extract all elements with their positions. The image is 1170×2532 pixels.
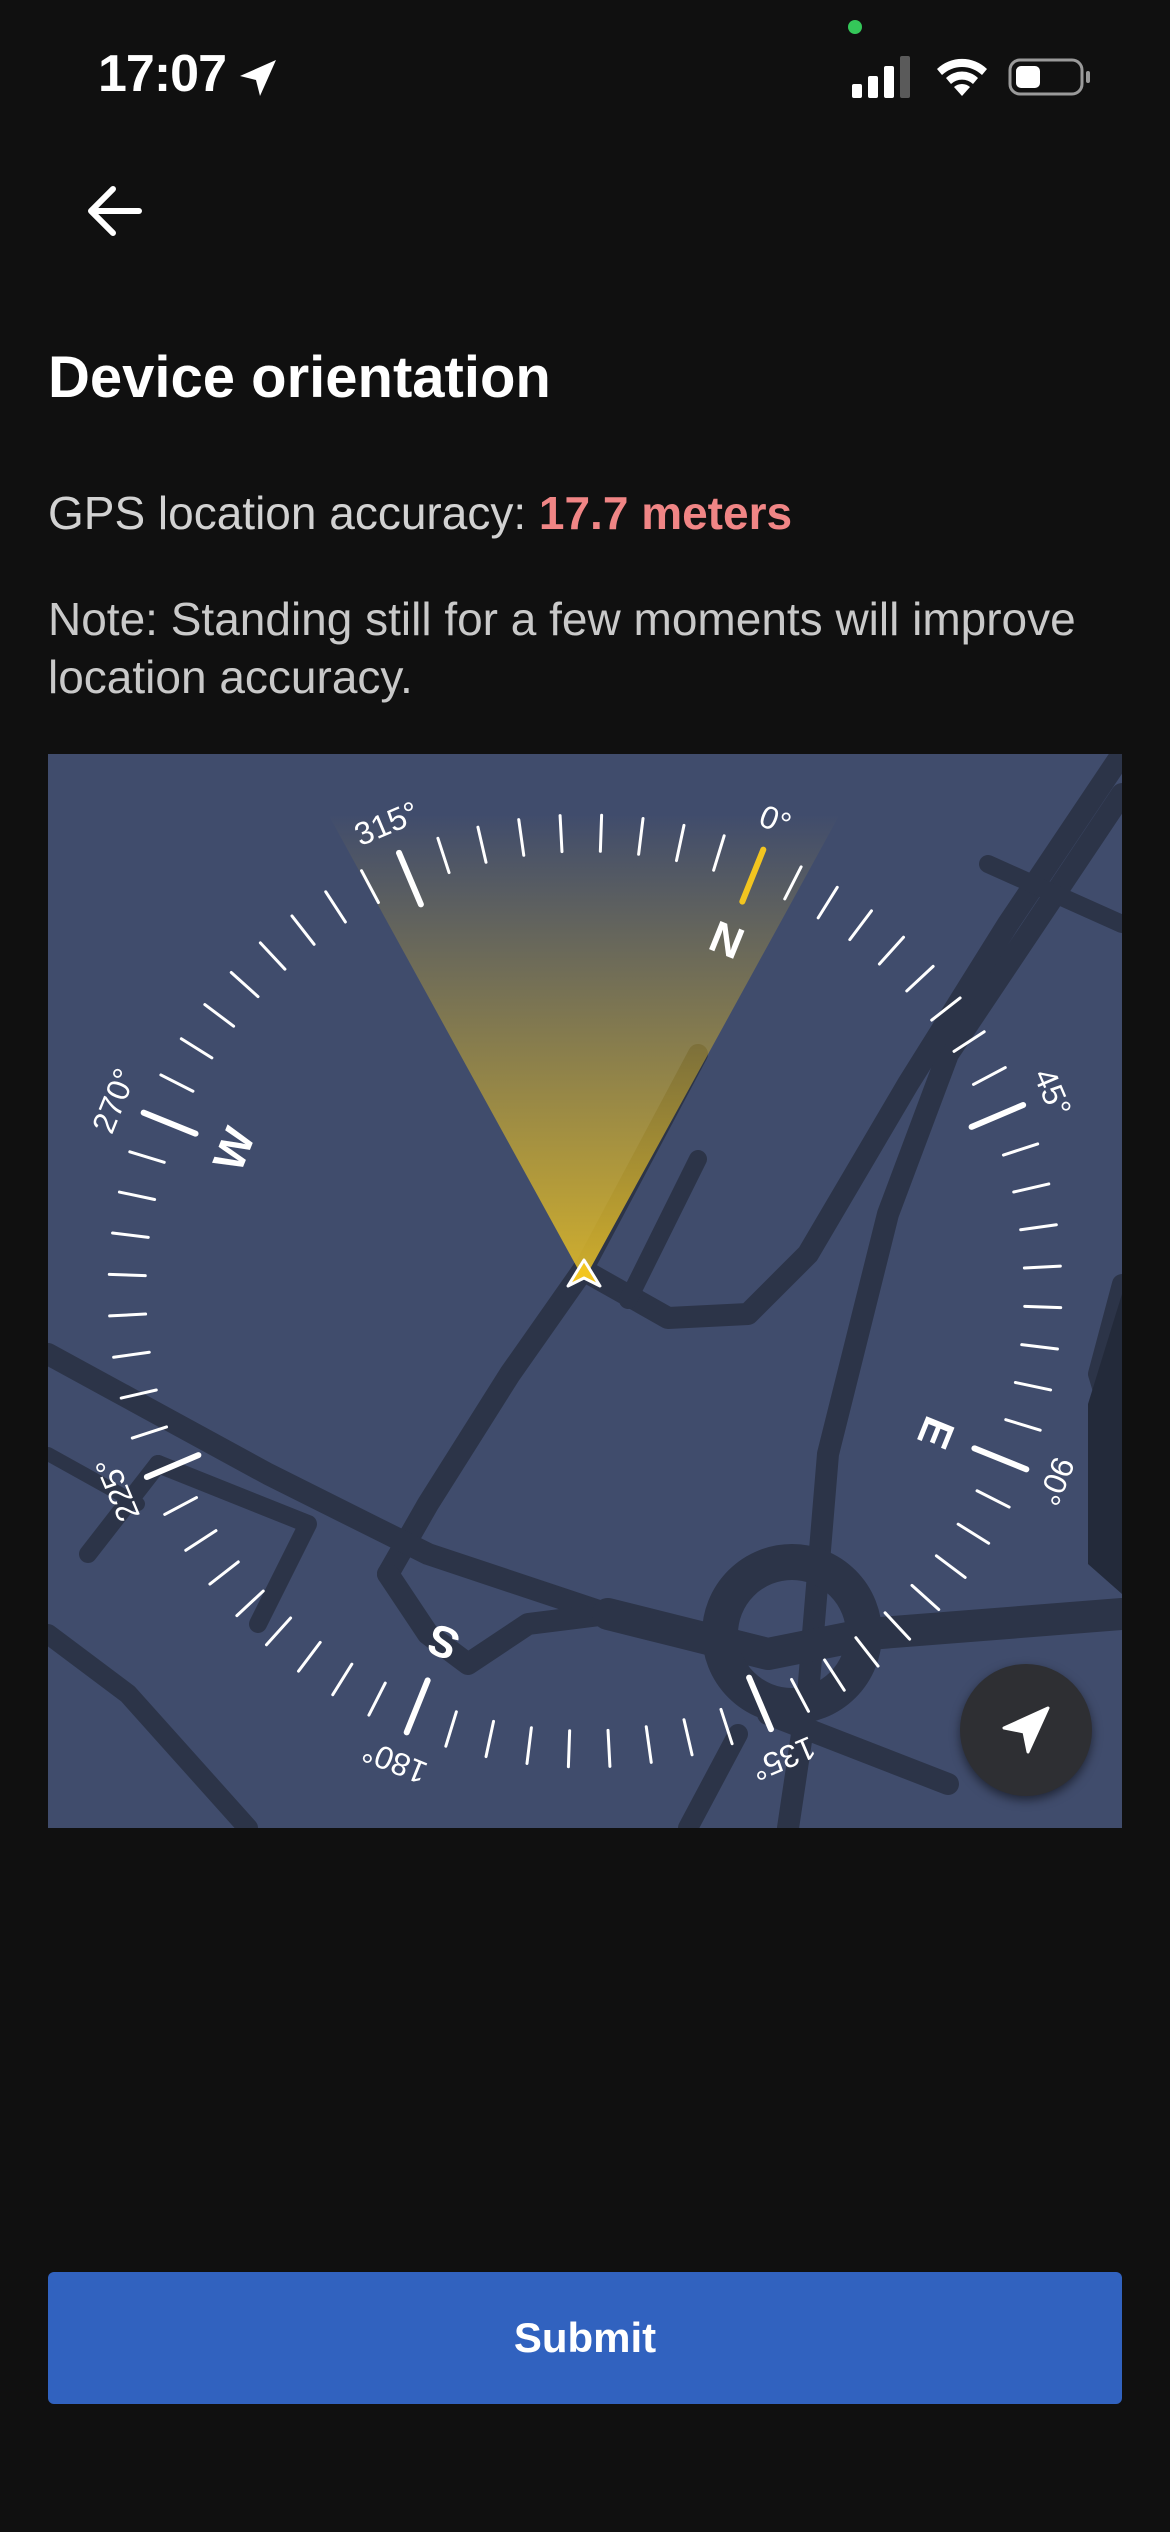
compass-tick	[1022, 1264, 1062, 1270]
compass-degree-label: 45°	[1027, 1063, 1079, 1122]
battery-icon	[1008, 58, 1090, 96]
compass-tick	[848, 909, 873, 942]
compass-tick	[163, 1496, 199, 1516]
gps-accuracy-text: GPS location accuracy: 17.7 meters	[48, 486, 792, 540]
map-svg: 0°45°90°135°180°225°270°315°NESW	[48, 754, 1122, 1828]
compass-tick	[128, 1150, 166, 1164]
compass-degree-label: 135°	[746, 1729, 821, 1788]
gps-accuracy-label: GPS location accuracy:	[48, 487, 539, 539]
compass-tick	[910, 1583, 941, 1612]
compass-tick	[258, 941, 287, 971]
compass-tick	[566, 1729, 572, 1769]
compass-tick	[816, 885, 839, 920]
compass-tick	[297, 1640, 322, 1673]
compass-tick	[877, 935, 906, 966]
status-time: 17:07	[98, 45, 227, 103]
compass-tick	[682, 1718, 694, 1757]
status-bar: 17:07	[0, 0, 1170, 140]
compass-tick	[606, 1728, 612, 1768]
cellular-signal-icon	[852, 56, 910, 98]
compass-tick	[324, 890, 347, 924]
compass-degree-label: 270°	[85, 1063, 143, 1138]
page-title: Device orientation	[48, 345, 551, 410]
compass-tick	[367, 1681, 387, 1717]
compass-degree-label: 180°	[357, 1733, 432, 1791]
compass-tick	[975, 1489, 1011, 1509]
compass-tick	[107, 1272, 147, 1278]
compass-cardinal-e: E	[907, 1410, 963, 1456]
privacy-indicator	[848, 20, 862, 34]
compass-cardinal-w: W	[204, 1121, 265, 1178]
gps-accuracy-value: 17.7 meters	[538, 487, 793, 539]
compass-tick	[290, 914, 316, 946]
compass-tick	[484, 1719, 496, 1759]
compass-tick	[1023, 1304, 1063, 1310]
compass-tick	[905, 964, 935, 993]
compass-tick	[558, 814, 564, 854]
compass-tick	[229, 970, 260, 999]
compass-tick	[1004, 1418, 1042, 1432]
compass-tick	[644, 1725, 653, 1764]
compass-major-tick	[971, 1445, 1030, 1473]
compass-tick	[208, 1560, 240, 1586]
location-accuracy-note: Note: Standing still for a few moments w…	[48, 593, 1076, 703]
compass-tick	[179, 1037, 214, 1060]
compass-tick	[934, 1554, 967, 1579]
compass-tick	[1001, 1142, 1040, 1157]
compass-tick	[111, 1231, 150, 1239]
compass-map[interactable]: 0° 45° 90° 135° 180° 225° 270° 315° N E S W	[48, 754, 1122, 1828]
compass-tick	[1013, 1380, 1053, 1392]
compass-tick	[598, 813, 604, 853]
compass-tick	[112, 1350, 151, 1359]
compass-tick	[108, 1312, 148, 1318]
compass-tick	[130, 1425, 169, 1440]
location-arrow-icon	[240, 60, 276, 96]
compass-major-tick	[140, 1109, 199, 1137]
compass-tick	[184, 1529, 218, 1552]
compass-tick	[1019, 1223, 1058, 1232]
recenter-button[interactable]	[960, 1664, 1092, 1796]
submit-button[interactable]: Submit	[48, 2272, 1122, 2404]
heading-cone	[328, 814, 840, 1280]
compass-tick	[264, 1616, 293, 1647]
compass-tick	[203, 1003, 236, 1028]
navigation-arrow-icon	[1002, 1706, 1050, 1754]
compass-major-tick	[968, 1102, 1027, 1130]
compass-tick	[331, 1662, 354, 1697]
compass-tick	[956, 1522, 991, 1545]
compass-degree-label: 90°	[1030, 1452, 1082, 1510]
compass-tick	[1020, 1343, 1059, 1351]
compass-tick	[525, 1726, 533, 1765]
arrow-left-icon	[88, 186, 142, 236]
compass-major-tick	[403, 1677, 431, 1736]
compass-tick	[117, 1190, 157, 1202]
compass-tick	[444, 1710, 458, 1748]
compass-tick	[159, 1073, 195, 1093]
compass-tick	[1012, 1182, 1051, 1194]
compass-tick	[971, 1066, 1007, 1086]
wifi-icon	[937, 58, 987, 96]
back-button[interactable]	[70, 166, 160, 256]
